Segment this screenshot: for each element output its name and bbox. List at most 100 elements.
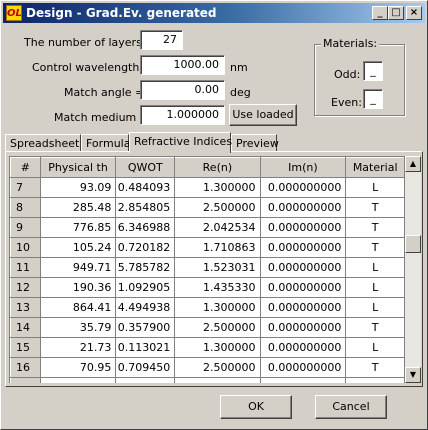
grid-scrollbar[interactable]: ▲ ▼ [405,156,421,383]
maximize-button[interactable]: □ [388,6,404,20]
re-n-cell[interactable]: 1.523031 [174,257,261,278]
col-header-qwot[interactable]: QWOT [115,157,176,178]
material-cell[interactable]: T [345,357,405,378]
physical-thickness-cell[interactable]: 776.85 [40,217,117,238]
physical-thickness-cell[interactable]: 864.41 [40,297,117,318]
qwot-cell[interactable] [115,377,176,383]
col-header-re-n[interactable]: Re(n) [174,157,261,178]
im-n-cell[interactable]: 0.000000000 [260,237,347,258]
qwot-cell[interactable]: 6.346988 [115,217,176,238]
im-n-cell[interactable]: 0.000000000 [260,197,347,218]
tab-preview[interactable]: Preview [231,134,279,152]
angle-field[interactable]: 0.00 [140,80,225,100]
material-cell[interactable]: L [345,177,405,198]
re-n-cell[interactable]: 2.042534 [174,217,261,238]
table-row[interactable]: 11 949.71 5.785782 1.523031 0.000000000 L [10,257,405,278]
re-n-cell[interactable] [174,377,261,383]
layers-grid[interactable]: # Physical th QWOT Re(n) Im(n) Material … [9,156,405,383]
im-n-cell[interactable]: 0.000000000 [260,297,347,318]
im-n-cell[interactable]: 0.000000000 [260,177,347,198]
im-n-cell[interactable]: 0.000000000 [260,337,347,358]
material-cell[interactable]: T [345,197,405,218]
row-index: 9 [10,217,41,238]
physical-thickness-cell[interactable]: 285.48 [40,197,117,218]
material-cell[interactable]: L [345,297,405,318]
physical-thickness-cell[interactable]: 105.24 [40,237,117,258]
material-cell[interactable]: T [345,217,405,238]
table-row[interactable]: 12 190.36 1.092905 1.435330 0.000000000 L [10,277,405,298]
physical-thickness-cell[interactable]: 949.71 [40,257,117,278]
col-header-index[interactable]: # [10,157,41,178]
use-loaded-button[interactable]: Use loaded [229,104,297,126]
table-row[interactable]: 9 776.85 6.346988 2.042534 0.000000000 T [10,217,405,238]
title-bar[interactable]: OL Design - Grad.Ev. generated _ □ × [3,3,425,23]
row-index: 16 [10,357,41,378]
physical-thickness-cell[interactable] [40,377,117,383]
table-row[interactable]: 17 [10,377,405,383]
im-n-cell[interactable]: 0.000000000 [260,317,347,338]
scroll-down-button[interactable]: ▼ [405,367,421,383]
table-row[interactable]: 8 285.48 2.854805 2.500000 0.000000000 T [10,197,405,218]
scroll-up-button[interactable]: ▲ [405,156,421,172]
odd-material-field[interactable]: _ [363,61,383,81]
im-n-cell[interactable]: 0.000000000 [260,357,347,378]
re-n-cell[interactable]: 1.435330 [174,277,261,298]
re-n-cell[interactable]: 2.500000 [174,197,261,218]
im-n-cell[interactable]: 0.000000000 [260,277,347,298]
col-header-physical-thickness[interactable]: Physical th [39,157,117,178]
qwot-cell[interactable]: 4.494938 [115,297,176,318]
re-n-cell[interactable]: 1.300000 [174,297,261,318]
minimize-button[interactable]: _ [372,6,388,20]
even-label: Even: [331,96,362,109]
physical-thickness-cell[interactable]: 190.36 [40,277,117,298]
close-button[interactable]: × [406,6,422,20]
qwot-cell[interactable]: 2.854805 [115,197,176,218]
scroll-thumb[interactable] [405,235,421,253]
table-row[interactable]: 13 864.41 4.494938 1.300000 0.000000000 L [10,297,405,318]
table-row[interactable]: 16 70.95 0.709450 2.500000 0.000000000 T [10,357,405,378]
medium-field[interactable]: 1.000000 [140,105,225,125]
re-n-cell[interactable]: 2.500000 [174,357,261,378]
angle-unit: deg [230,86,251,99]
re-n-cell[interactable]: 1.300000 [174,337,261,358]
cancel-button[interactable]: Cancel [315,395,387,419]
wavelength-field[interactable]: 1000.00 [140,55,225,75]
table-row[interactable]: 14 35.79 0.357900 2.500000 0.000000000 T [10,317,405,338]
physical-thickness-cell[interactable]: 70.95 [40,357,117,378]
tab-spreadsheet[interactable]: Spreadsheet [5,134,81,152]
ok-button[interactable]: OK [220,395,292,419]
qwot-cell[interactable]: 0.709450 [115,357,176,378]
qwot-cell[interactable]: 0.484093 [115,177,176,198]
table-row[interactable]: 7 93.09 0.484093 1.300000 0.000000000 L [10,177,405,198]
even-material-field[interactable]: _ [363,89,383,109]
physical-thickness-cell[interactable]: 21.73 [40,337,117,358]
re-n-cell[interactable]: 1.710863 [174,237,261,258]
table-header-row: # Physical th QWOT Re(n) Im(n) Material [10,157,405,178]
im-n-cell[interactable] [260,377,347,383]
qwot-cell[interactable]: 0.357900 [115,317,176,338]
layers-field[interactable]: 27 [140,30,183,50]
material-cell[interactable] [345,377,405,383]
app-icon: OL [6,5,22,21]
material-cell[interactable]: T [345,237,405,258]
material-cell[interactable]: T [345,317,405,338]
material-cell[interactable]: L [345,277,405,298]
material-cell[interactable]: L [345,337,405,358]
physical-thickness-cell[interactable]: 35.79 [40,317,117,338]
physical-thickness-cell[interactable]: 93.09 [40,177,117,198]
re-n-cell[interactable]: 2.500000 [174,317,261,338]
im-n-cell[interactable]: 0.000000000 [260,217,347,238]
qwot-cell[interactable]: 0.720182 [115,237,176,258]
col-header-material[interactable]: Material [345,157,405,178]
table-row[interactable]: 10 105.24 0.720182 1.710863 0.000000000 T [10,237,405,258]
qwot-cell[interactable]: 1.092905 [115,277,176,298]
qwot-cell[interactable]: 5.785782 [115,257,176,278]
im-n-cell[interactable]: 0.000000000 [260,257,347,278]
tab-refractive-indices[interactable]: Refractive Indices [129,132,232,153]
table-row[interactable]: 15 21.73 0.113021 1.300000 0.000000000 L [10,337,405,358]
re-n-cell[interactable]: 1.300000 [174,177,261,198]
qwot-cell[interactable]: 0.113021 [115,337,176,358]
tab-formula[interactable]: Formula [81,134,130,152]
col-header-im-n[interactable]: Im(n) [259,157,347,178]
material-cell[interactable]: L [345,257,405,278]
